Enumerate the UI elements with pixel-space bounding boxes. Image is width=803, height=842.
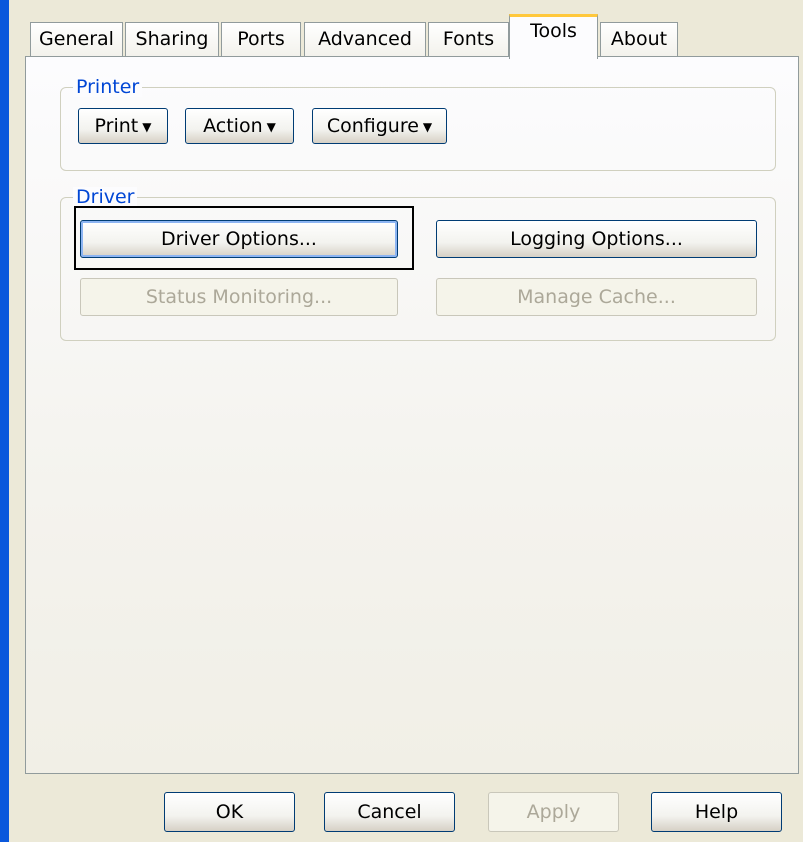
printer-group-title: Printer bbox=[73, 77, 143, 97]
apply-button[interactable]: Apply bbox=[488, 792, 619, 832]
window-left-edge bbox=[0, 0, 9, 842]
chevron-down-icon: ▼ bbox=[422, 119, 433, 134]
tab-general[interactable]: General bbox=[30, 22, 123, 56]
action-button-label: Action bbox=[203, 115, 263, 137]
tab-fonts[interactable]: Fonts bbox=[428, 22, 509, 56]
configure-button-label: Configure bbox=[326, 115, 419, 137]
driver-options-button[interactable]: Driver Options... bbox=[80, 220, 398, 258]
configure-dropdown-button[interactable]: Configure ▼ bbox=[312, 108, 447, 144]
ok-button[interactable]: OK bbox=[164, 792, 295, 832]
manage-cache-button[interactable]: Manage Cache... bbox=[436, 278, 757, 316]
chevron-down-icon: ▼ bbox=[266, 119, 276, 134]
driver-group-title: Driver bbox=[73, 187, 138, 207]
tools-tab-panel: Printer Print ▼ Action ▼ Configure ▼ Driver… bbox=[25, 56, 799, 774]
tab-about[interactable]: About bbox=[600, 22, 678, 56]
print-button-label: Print bbox=[94, 115, 139, 137]
printer-properties-dialog: General Sharing Ports Advanced Fonts Too… bbox=[9, 0, 803, 842]
printer-group: Printer Print ▼ Action ▼ Configure ▼ bbox=[60, 77, 776, 171]
cancel-button[interactable]: Cancel bbox=[324, 792, 455, 832]
tab-sharing[interactable]: Sharing bbox=[125, 22, 219, 56]
chevron-down-icon: ▼ bbox=[142, 119, 152, 134]
logging-options-button[interactable]: Logging Options... bbox=[436, 220, 757, 258]
print-dropdown-button[interactable]: Print ▼ bbox=[78, 108, 168, 144]
help-button[interactable]: Help bbox=[651, 792, 782, 832]
tab-advanced[interactable]: Advanced bbox=[304, 22, 426, 56]
tab-ports[interactable]: Ports bbox=[221, 22, 301, 56]
tab-tools[interactable]: Tools bbox=[509, 14, 598, 59]
driver-group: Driver Driver Options... Logging Options… bbox=[60, 187, 776, 341]
status-monitoring-button[interactable]: Status Monitoring... bbox=[80, 278, 398, 316]
action-dropdown-button[interactable]: Action ▼ bbox=[185, 108, 294, 144]
